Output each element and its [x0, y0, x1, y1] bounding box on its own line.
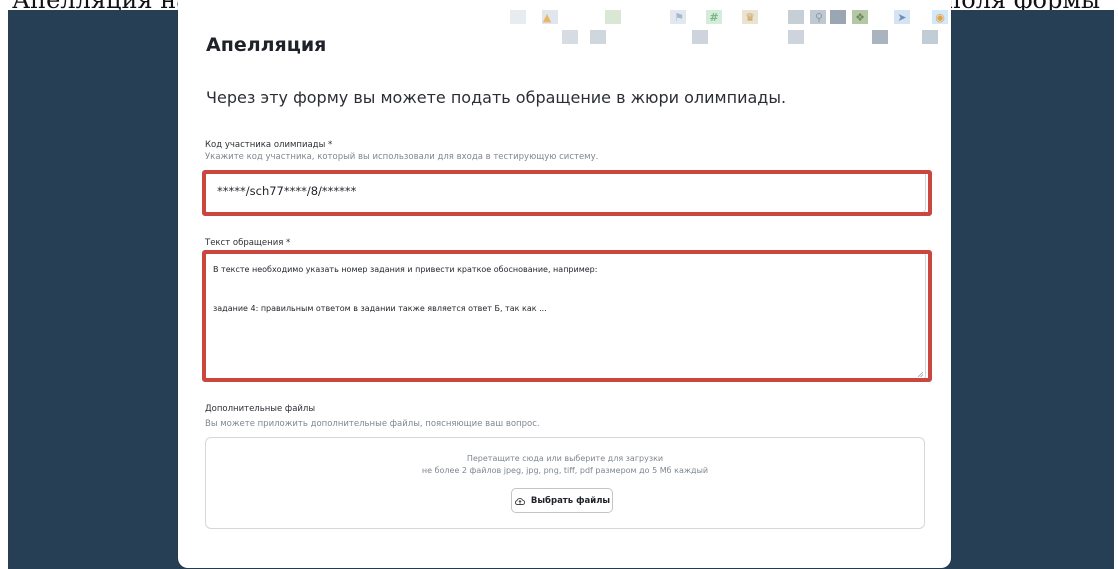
participant-code-hint: Укажите код участника, который вы исполь… — [205, 152, 599, 162]
eye-icon: ◉ — [935, 11, 945, 24]
bell-icon: ▲ — [542, 11, 552, 24]
flag-icon: ⚑ — [674, 11, 684, 24]
mosaic-tile — [788, 10, 804, 24]
cloud-upload-icon — [514, 497, 525, 505]
participant-code-label: Код участника олимпиады * — [205, 140, 333, 150]
participant-code-input[interactable]: *****/sch77****/8/****** — [204, 171, 926, 213]
appeal-text-textarea[interactable]: В тексте необходимо указать номер задани… — [204, 252, 926, 380]
decorative-mosaic: ▲ ⚑ # ♛ ⚲ ❖ ➤ ◉ — [510, 8, 950, 50]
mosaic-tile — [692, 30, 708, 44]
hash-icon: # — [709, 11, 719, 24]
mosaic-tile — [788, 30, 804, 44]
attachments-label: Дополнительные файлы — [205, 404, 316, 414]
file-dropzone[interactable]: Перетащите сюда или выберите для загрузк… — [205, 437, 925, 529]
page-title: Апелляция — [206, 34, 327, 56]
appeal-text-line: задание 4: правильным ответом в задании … — [213, 304, 547, 313]
participant-code-value: *****/sch77****/8/****** — [217, 184, 357, 198]
mosaic-tile — [872, 30, 888, 44]
dropzone-limits: не более 2 файлов jpeg, jpg, png, tiff, … — [421, 466, 709, 475]
puzzle-icon: ❖ — [855, 11, 865, 24]
mosaic-tile — [605, 10, 621, 24]
resize-grip-icon[interactable] — [917, 371, 923, 377]
choose-files-label: Выбрать файлы — [530, 495, 611, 506]
choose-files-button[interactable]: Выбрать файлы — [511, 488, 613, 513]
search-icon: ⚲ — [814, 11, 824, 24]
mosaic-tile — [922, 30, 938, 44]
cursor-icon: ➤ — [897, 11, 907, 24]
mosaic-tile — [590, 30, 606, 44]
form-intro: Через эту форму вы можете подать обращен… — [206, 88, 787, 107]
mosaic-tile — [510, 10, 526, 24]
attachments-hint: Вы можете приложить дополнительные файлы… — [205, 419, 540, 429]
dropzone-text: Перетащите сюда или выберите для загрузк… — [466, 454, 664, 463]
appeal-text-label: Текст обращения * — [205, 238, 291, 248]
appeal-text-line: В тексте необходимо указать номер задани… — [213, 265, 598, 274]
mosaic-tile — [562, 30, 578, 44]
crown-icon: ♛ — [745, 11, 755, 24]
mosaic-tile — [830, 10, 846, 24]
